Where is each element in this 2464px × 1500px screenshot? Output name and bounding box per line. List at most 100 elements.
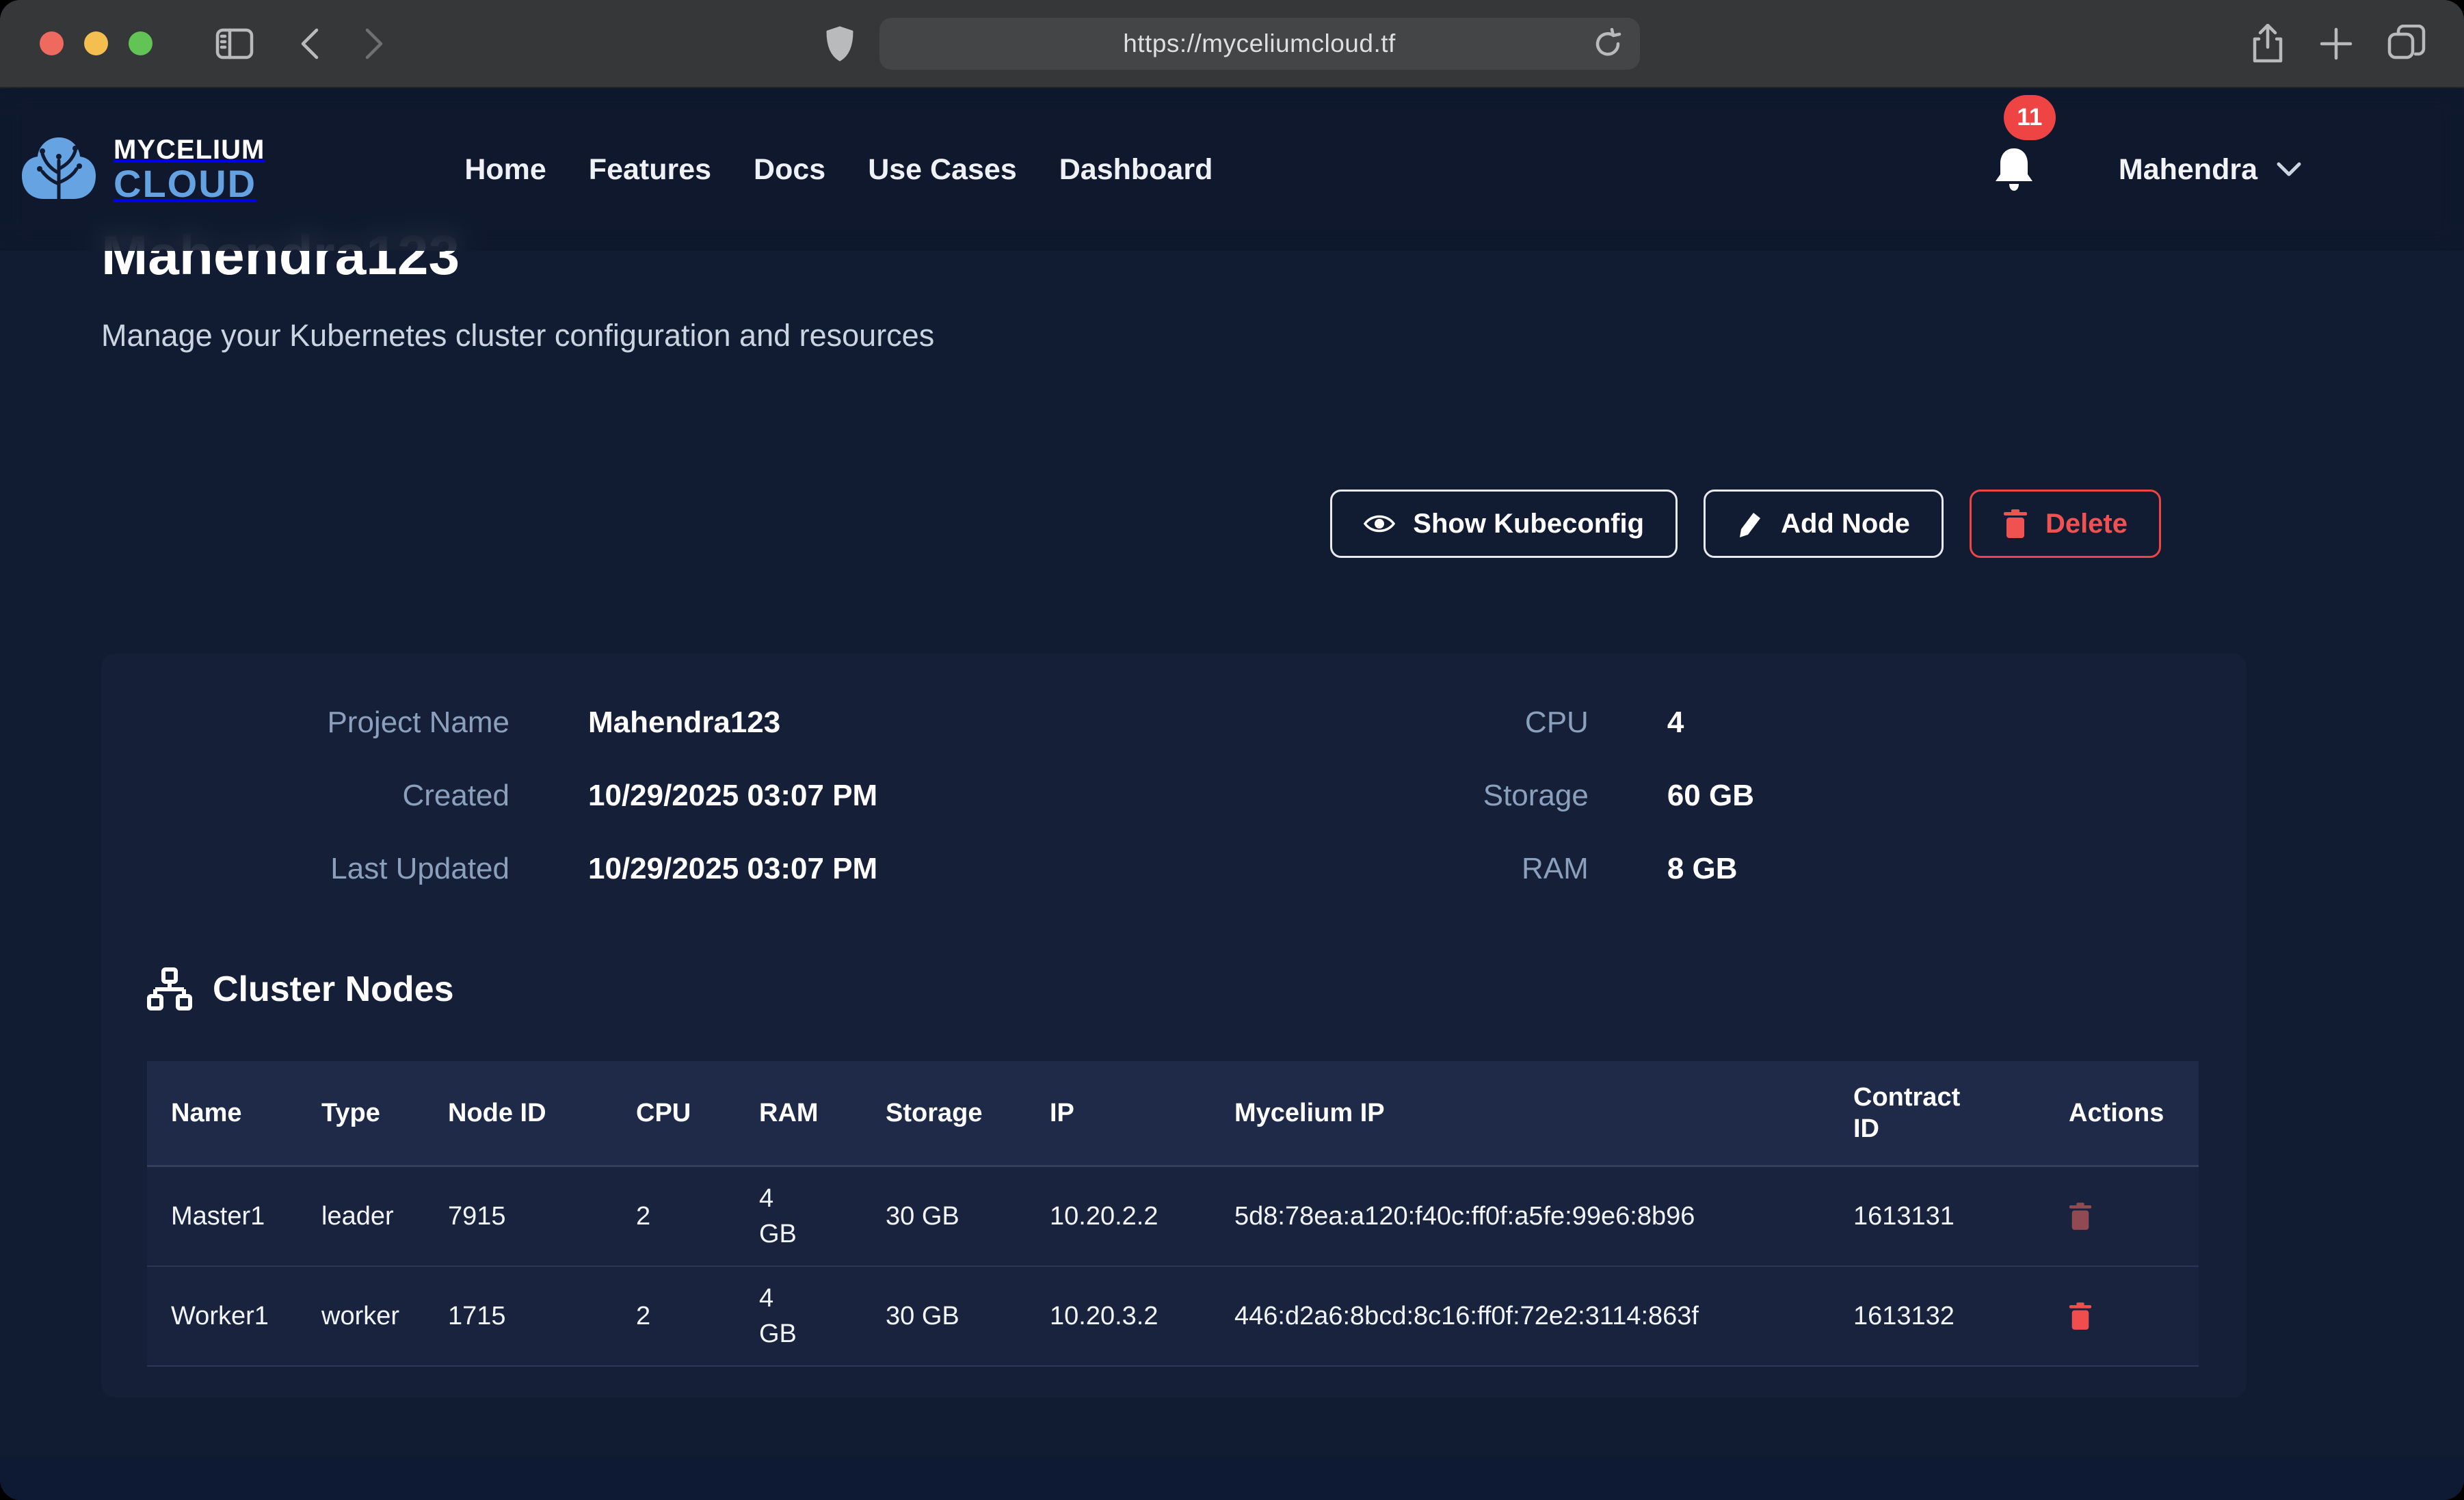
cell-mycelium-ip: 446:d2a6:8bcd:8c16:ff0f:72e2:3114:863f: [1234, 1266, 1853, 1366]
window-controls: [40, 31, 153, 55]
tab-overview-icon: [2387, 25, 2426, 63]
share-button[interactable]: [2251, 24, 2285, 64]
nav-docs[interactable]: Docs: [754, 153, 825, 187]
table-header-row: Name Type Node ID CPU RAM Storage IP Myc…: [147, 1061, 2199, 1166]
main-nav: Home Features Docs Use Cases Dashboard: [464, 153, 1213, 187]
tab-overview-button[interactable]: [2387, 25, 2426, 63]
bell-icon: [1993, 146, 2035, 192]
trash-icon: [2069, 1203, 2092, 1230]
cell-node-id: 7915: [448, 1166, 636, 1267]
cpu-value: 4: [1667, 705, 1754, 740]
cpu-label: CPU: [1462, 705, 1589, 740]
eye-icon: [1364, 512, 1395, 535]
cell-ip: 10.20.2.2: [1050, 1166, 1234, 1267]
last-updated-value: 10/29/2025 03:07 PM: [588, 851, 877, 887]
back-button[interactable]: [299, 27, 319, 60]
trash-icon: [2003, 509, 2028, 538]
col-ip: IP: [1050, 1061, 1234, 1166]
show-kubeconfig-label: Show Kubeconfig: [1413, 509, 1644, 539]
col-storage: Storage: [886, 1061, 1050, 1166]
col-contract-id: Contract ID: [1853, 1061, 2069, 1166]
cluster-network-icon: [147, 967, 192, 1011]
page-viewport: Mahendra123 Manage your Kubernetes clust…: [0, 88, 2464, 1500]
browser-window: https://myceliumcloud.tf: [0, 0, 2464, 1500]
cell-name: Master1: [147, 1166, 321, 1267]
cell-actions: [2069, 1266, 2199, 1366]
cluster-nodes-heading: Cluster Nodes: [147, 967, 2199, 1011]
col-type: Type: [321, 1061, 448, 1166]
address-bar[interactable]: https://myceliumcloud.tf: [879, 18, 1640, 70]
cluster-overview: Project Name Mahendra123 Created 10/29/2…: [147, 705, 2199, 887]
forward-button[interactable]: [365, 27, 385, 60]
url-text: https://myceliumcloud.tf: [1123, 29, 1396, 58]
notifications-button[interactable]: 11: [1993, 146, 2035, 194]
cell-contract-id: 1613132: [1853, 1266, 2069, 1366]
nav-features[interactable]: Features: [589, 153, 711, 187]
cell-cpu: 2: [636, 1266, 759, 1366]
cell-mycelium-ip: 5d8:78ea:a120:f40c:ff0f:a5fe:99e6:8b96: [1234, 1166, 1853, 1267]
cell-actions: [2069, 1166, 2199, 1267]
plus-icon: [2319, 27, 2353, 61]
ram-value: 8 GB: [1667, 851, 1754, 887]
last-updated-label: Last Updated: [147, 851, 509, 887]
cluster-nodes-table: Name Type Node ID CPU RAM Storage IP Myc…: [147, 1061, 2199, 1367]
cluster-nodes-title: Cluster Nodes: [213, 969, 454, 1010]
col-cpu: CPU: [636, 1061, 759, 1166]
nav-dashboard[interactable]: Dashboard: [1059, 153, 1213, 187]
add-node-button[interactable]: Add Node: [1704, 490, 1944, 558]
chevron-down-icon: [2277, 162, 2301, 177]
cell-contract-id: 1613131: [1853, 1166, 2069, 1267]
logo-word-cloud: CLOUD: [114, 165, 265, 203]
cluster-details-card: Project Name Mahendra123 Created 10/29/2…: [101, 654, 2247, 1397]
reload-icon: [1592, 28, 1624, 59]
new-tab-button[interactable]: [2319, 27, 2353, 61]
app-logo[interactable]: MYCELIUM CLOUD: [18, 133, 265, 206]
cell-ram: 4 GB: [759, 1166, 886, 1267]
notification-badge: 11: [2004, 95, 2056, 140]
col-node-id: Node ID: [448, 1061, 636, 1166]
back-icon: [299, 27, 319, 60]
ram-label: RAM: [1462, 851, 1589, 887]
nav-home[interactable]: Home: [464, 153, 546, 187]
cluster-actions: Show Kubeconfig Add Node Delete: [101, 490, 2161, 558]
storage-value: 60 GB: [1667, 778, 1754, 814]
cell-type: leader: [321, 1166, 448, 1267]
project-name-value: Mahendra123: [588, 705, 877, 740]
delete-node-button[interactable]: [2069, 1203, 2092, 1230]
col-actions: Actions: [2069, 1061, 2199, 1166]
user-menu[interactable]: Mahendra: [2119, 153, 2301, 187]
table-row: Worker1 worker 1715 2 4 GB 30 GB 10.20.3…: [147, 1266, 2199, 1366]
col-name: Name: [147, 1061, 321, 1166]
project-name-label: Project Name: [147, 705, 509, 740]
sidebar-toggle-button[interactable]: [215, 28, 254, 59]
forward-icon: [365, 27, 385, 60]
col-mycelium-ip: Mycelium IP: [1234, 1061, 1853, 1166]
delete-node-button[interactable]: [2069, 1302, 2092, 1330]
show-kubeconfig-button[interactable]: Show Kubeconfig: [1330, 490, 1678, 558]
add-node-label: Add Node: [1781, 509, 1910, 539]
user-name: Mahendra: [2119, 153, 2257, 187]
cell-storage: 30 GB: [886, 1166, 1050, 1267]
logo-icon: [18, 133, 100, 206]
sidebar-icon: [215, 28, 254, 59]
close-window-button[interactable]: [40, 31, 64, 55]
site-header: MYCELIUM CLOUD Home Features Docs Use Ca…: [0, 88, 2464, 251]
cell-type: worker: [321, 1266, 448, 1366]
delete-label: Delete: [2045, 509, 2128, 539]
nav-use-cases[interactable]: Use Cases: [868, 153, 1017, 187]
cell-name: Worker1: [147, 1266, 321, 1366]
cell-node-id: 1715: [448, 1266, 636, 1366]
table-row: Master1 leader 7915 2 4 GB 30 GB 10.20.2…: [147, 1166, 2199, 1267]
logo-word-mycelium: MYCELIUM: [114, 136, 265, 163]
trash-icon: [2069, 1302, 2092, 1330]
minimize-window-button[interactable]: [84, 31, 108, 55]
cell-ram: 4 GB: [759, 1266, 886, 1366]
reload-button[interactable]: [1592, 28, 1624, 59]
browser-toolbar: https://myceliumcloud.tf: [0, 0, 2464, 88]
delete-cluster-button[interactable]: Delete: [1970, 490, 2161, 558]
privacy-shield-icon[interactable]: [825, 25, 855, 62]
zoom-window-button[interactable]: [129, 31, 153, 55]
created-value: 10/29/2025 03:07 PM: [588, 778, 877, 814]
cell-storage: 30 GB: [886, 1266, 1050, 1366]
page-subtitle: Manage your Kubernetes cluster configura…: [101, 319, 2247, 353]
